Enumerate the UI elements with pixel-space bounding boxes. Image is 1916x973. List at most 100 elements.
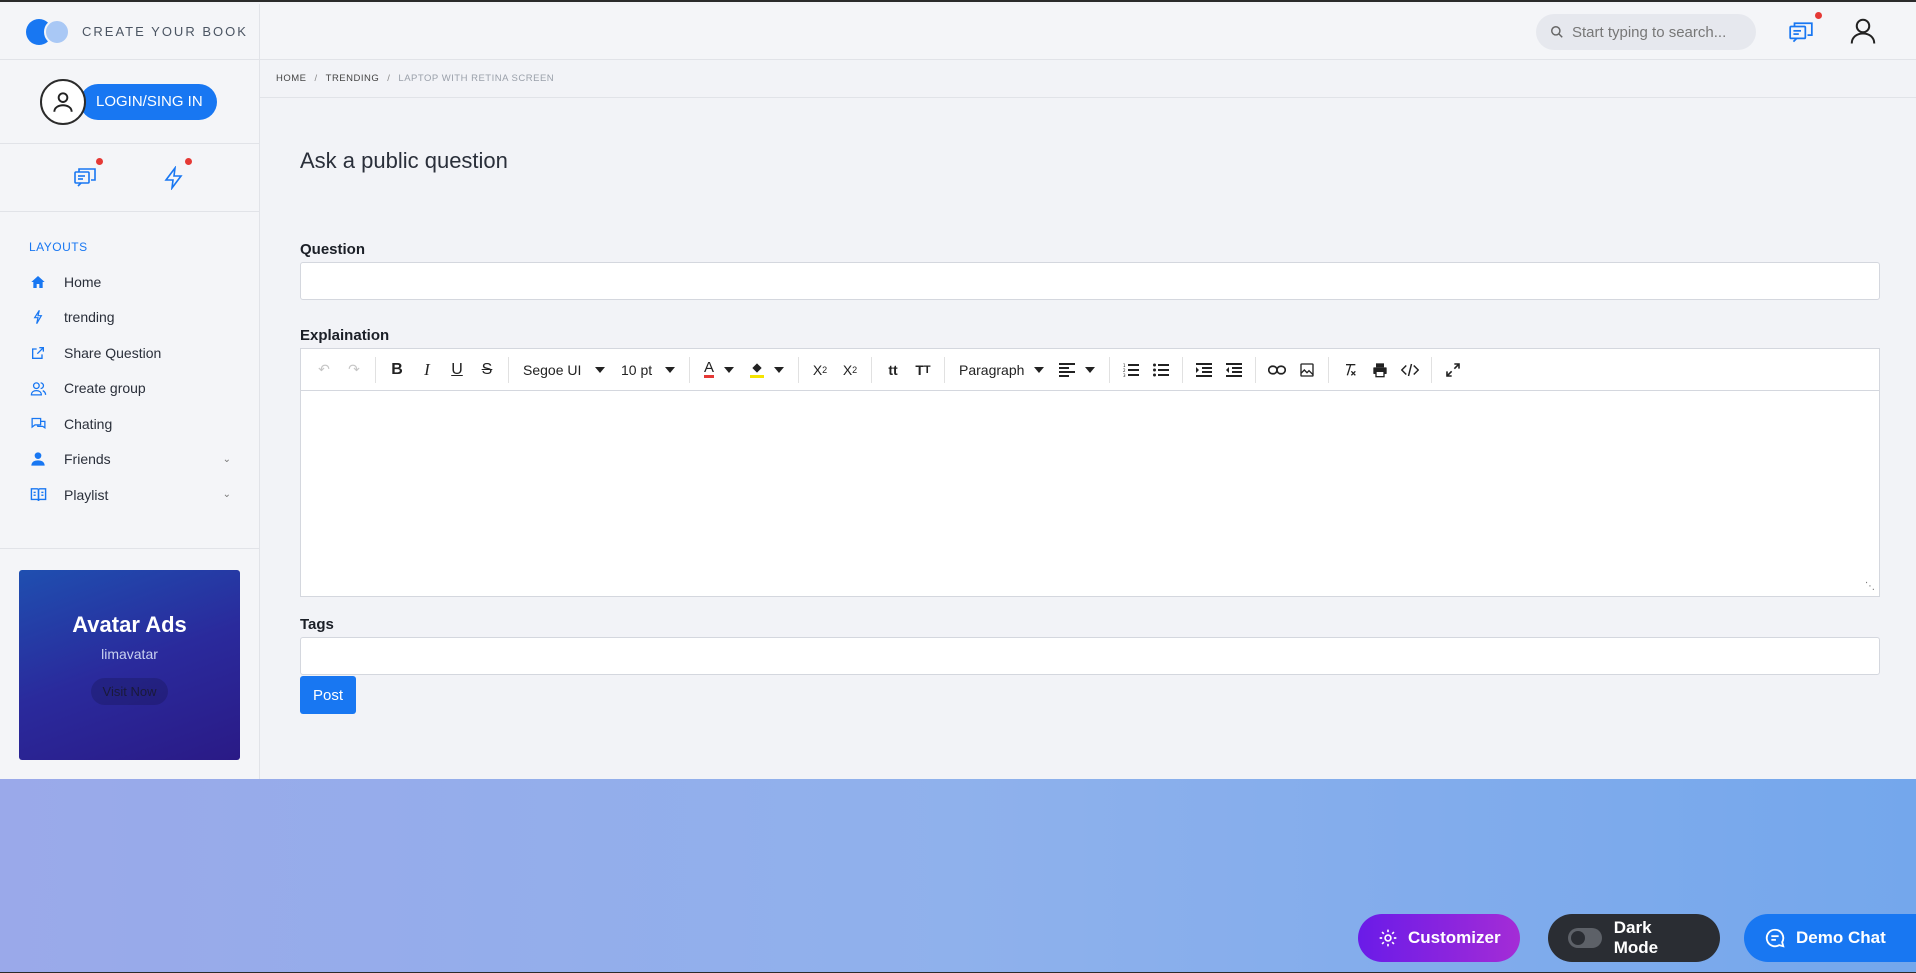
align-left-icon: [1059, 362, 1076, 377]
sidebar-item-trending[interactable]: trending: [0, 300, 259, 336]
notification-dot: [95, 157, 103, 165]
font-family-value: Segoe UI: [523, 361, 582, 378]
highlight-color-button[interactable]: [742, 355, 792, 385]
sidebar-item-friends[interactable]: Friends ⌄: [0, 442, 259, 478]
alignment-button[interactable]: [1051, 355, 1103, 385]
quick-icons: [0, 144, 259, 212]
undo-button[interactable]: ↶: [309, 355, 339, 385]
italic-button[interactable]: I: [412, 355, 442, 385]
sidebar-item-label: trending: [64, 309, 115, 326]
bullet-list-button[interactable]: [1146, 355, 1176, 385]
clear-format-button[interactable]: [1335, 355, 1365, 385]
uppercase-button[interactable]: TT: [908, 355, 938, 385]
editor-toolbar: ↶ ↷ B I U S Segoe UI 10 pt A X2 X2 tt TT…: [301, 349, 1879, 391]
sidebar-item-label: Create group: [64, 380, 146, 397]
caret-down-icon: [1034, 366, 1045, 373]
header-messages-button[interactable]: [1788, 12, 1822, 46]
post-button[interactable]: Post: [300, 676, 356, 714]
fullscreen-icon: [1446, 362, 1460, 377]
sidebar-item-chating[interactable]: Chating: [0, 406, 259, 442]
search-icon: [1551, 26, 1563, 38]
login-button[interactable]: LOGIN/SING IN: [80, 83, 217, 120]
question-label: Question: [300, 241, 366, 258]
user-icon: [1850, 18, 1876, 44]
breadcrumb-separator: /: [387, 73, 391, 84]
chevron-down-icon[interactable]: ⌄: [223, 454, 231, 465]
visit-now-button[interactable]: Visit Now: [90, 678, 169, 705]
sidebar-item-create-group[interactable]: Create group: [0, 371, 259, 407]
divider: [0, 547, 259, 549]
code-icon: [1401, 363, 1420, 376]
home-icon: [29, 273, 47, 291]
superscript-button[interactable]: X2: [835, 355, 865, 385]
caret-down-icon: [595, 366, 605, 373]
breadcrumb-current: LAPTOP WITH RETINA SCREEN: [398, 73, 555, 84]
sidebar-item-playlist[interactable]: Playlist ⌄: [0, 477, 259, 513]
caret-down-icon: [1085, 366, 1096, 373]
dark-mode-toggle[interactable]: Dark Mode: [1548, 914, 1720, 962]
login-area: LOGIN/SING IN: [0, 60, 259, 144]
editor-content-area[interactable]: ⋱: [301, 391, 1879, 596]
demo-chat-button[interactable]: Demo Chat: [1744, 914, 1916, 962]
breadcrumb: HOME / TRENDING / LAPTOP WITH RETINA SCR…: [260, 60, 1916, 98]
print-icon: [1373, 362, 1387, 377]
lowercase-button[interactable]: tt: [878, 355, 908, 385]
toolbar-separator: [508, 356, 509, 383]
sidebar-item-home[interactable]: Home: [0, 264, 259, 300]
format-block-select[interactable]: Paragraph: [951, 355, 1051, 385]
search-input[interactable]: [1572, 23, 1742, 41]
underline-button[interactable]: U: [442, 355, 472, 385]
sidebar-item-share-question[interactable]: Share Question: [0, 335, 259, 371]
header-user-button[interactable]: [1848, 16, 1878, 46]
link-button[interactable]: [1262, 355, 1292, 385]
link-icon: [1268, 364, 1287, 375]
toolbar-separator: [1328, 356, 1330, 383]
breadcrumb-home[interactable]: HOME: [276, 73, 307, 84]
fullscreen-button[interactable]: [1438, 355, 1468, 385]
book-icon: [29, 486, 47, 504]
redo-button[interactable]: ↷: [339, 355, 369, 385]
ad-title: Avatar Ads: [72, 612, 187, 637]
font-size-select[interactable]: 10 pt: [613, 355, 683, 385]
gear-icon: [1378, 928, 1398, 948]
indent-button[interactable]: [1189, 355, 1219, 385]
toolbar-separator: [1182, 356, 1184, 383]
activity-button[interactable]: [160, 157, 193, 192]
notification-dot: [1815, 12, 1822, 19]
sidebar: CREATE YOUR BOOK LOGIN/SING IN LAYOUTS H…: [0, 4, 260, 779]
font-size-value: 10 pt: [621, 361, 653, 378]
chevron-down-icon[interactable]: ⌄: [223, 489, 231, 500]
customizer-button[interactable]: Customizer: [1358, 914, 1520, 962]
source-code-button[interactable]: [1395, 355, 1425, 385]
ordered-list-button[interactable]: 123: [1116, 355, 1146, 385]
breadcrumb-trending[interactable]: TRENDING: [326, 73, 380, 84]
messages-button[interactable]: [71, 157, 103, 192]
bold-button[interactable]: B: [382, 355, 412, 385]
chat-icon: [1789, 22, 1813, 43]
outdent-button[interactable]: [1219, 355, 1249, 385]
font-family-select[interactable]: Segoe UI: [515, 355, 613, 385]
strikethrough-button[interactable]: S: [472, 355, 502, 385]
image-icon: [1300, 362, 1314, 377]
search-box[interactable]: [1536, 14, 1756, 50]
toggle-switch[interactable]: [1568, 928, 1602, 948]
text-color-button[interactable]: A: [696, 355, 742, 385]
indent-icon: [1196, 362, 1213, 377]
tags-input[interactable]: [300, 637, 1880, 675]
chat-bubble-icon: [1764, 927, 1786, 949]
question-input[interactable]: [300, 262, 1880, 300]
toolbar-separator: [689, 356, 690, 383]
image-button[interactable]: [1292, 355, 1322, 385]
tags-label: Tags: [300, 616, 334, 633]
resize-handle-icon[interactable]: ⋱: [1865, 581, 1875, 592]
sidebar-item-label: Friends: [64, 451, 111, 468]
brand[interactable]: CREATE YOUR BOOK: [0, 4, 259, 60]
bullet-list-icon: [1153, 363, 1170, 376]
nav-section-title: LAYOUTS: [29, 240, 88, 254]
subscript-button[interactable]: X2: [805, 355, 835, 385]
sidebar-item-label: Home: [64, 273, 102, 290]
print-button[interactable]: [1365, 355, 1395, 385]
brand-name: CREATE YOUR BOOK: [82, 24, 248, 39]
avatar[interactable]: [40, 78, 86, 125]
sidebar-item-label: Share Question: [64, 344, 162, 361]
